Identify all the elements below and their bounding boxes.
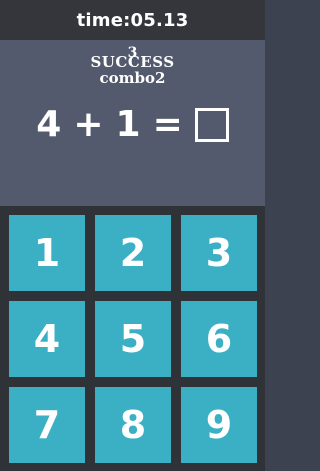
key-6[interactable]: 6 bbox=[181, 301, 257, 377]
operand-right: 1 bbox=[115, 104, 141, 145]
key-7[interactable]: 7 bbox=[9, 387, 85, 463]
combo-label: combo2 bbox=[99, 69, 166, 87]
key-4[interactable]: 4 bbox=[9, 301, 85, 377]
key-3[interactable]: 3 bbox=[181, 215, 257, 291]
keypad: 1 2 3 4 5 6 7 8 9 bbox=[0, 206, 265, 471]
key-5[interactable]: 5 bbox=[95, 301, 171, 377]
answer-box bbox=[194, 107, 229, 142]
key-9[interactable]: 9 bbox=[181, 387, 257, 463]
equation: 4 + 1 = bbox=[0, 104, 265, 145]
timer-text: time:05.13 bbox=[76, 9, 189, 31]
equals-sign: = bbox=[152, 104, 183, 145]
operator-plus: + bbox=[73, 104, 104, 145]
question-panel: 3 SUCCESS combo2 4 + 1 = bbox=[0, 40, 265, 206]
operand-left: 4 bbox=[36, 104, 62, 145]
key-1[interactable]: 1 bbox=[9, 215, 85, 291]
key-2[interactable]: 2 bbox=[95, 215, 171, 291]
top-bar: time:05.13 bbox=[0, 0, 265, 40]
key-8[interactable]: 8 bbox=[95, 387, 171, 463]
success-label: SUCCESS bbox=[90, 53, 175, 71]
